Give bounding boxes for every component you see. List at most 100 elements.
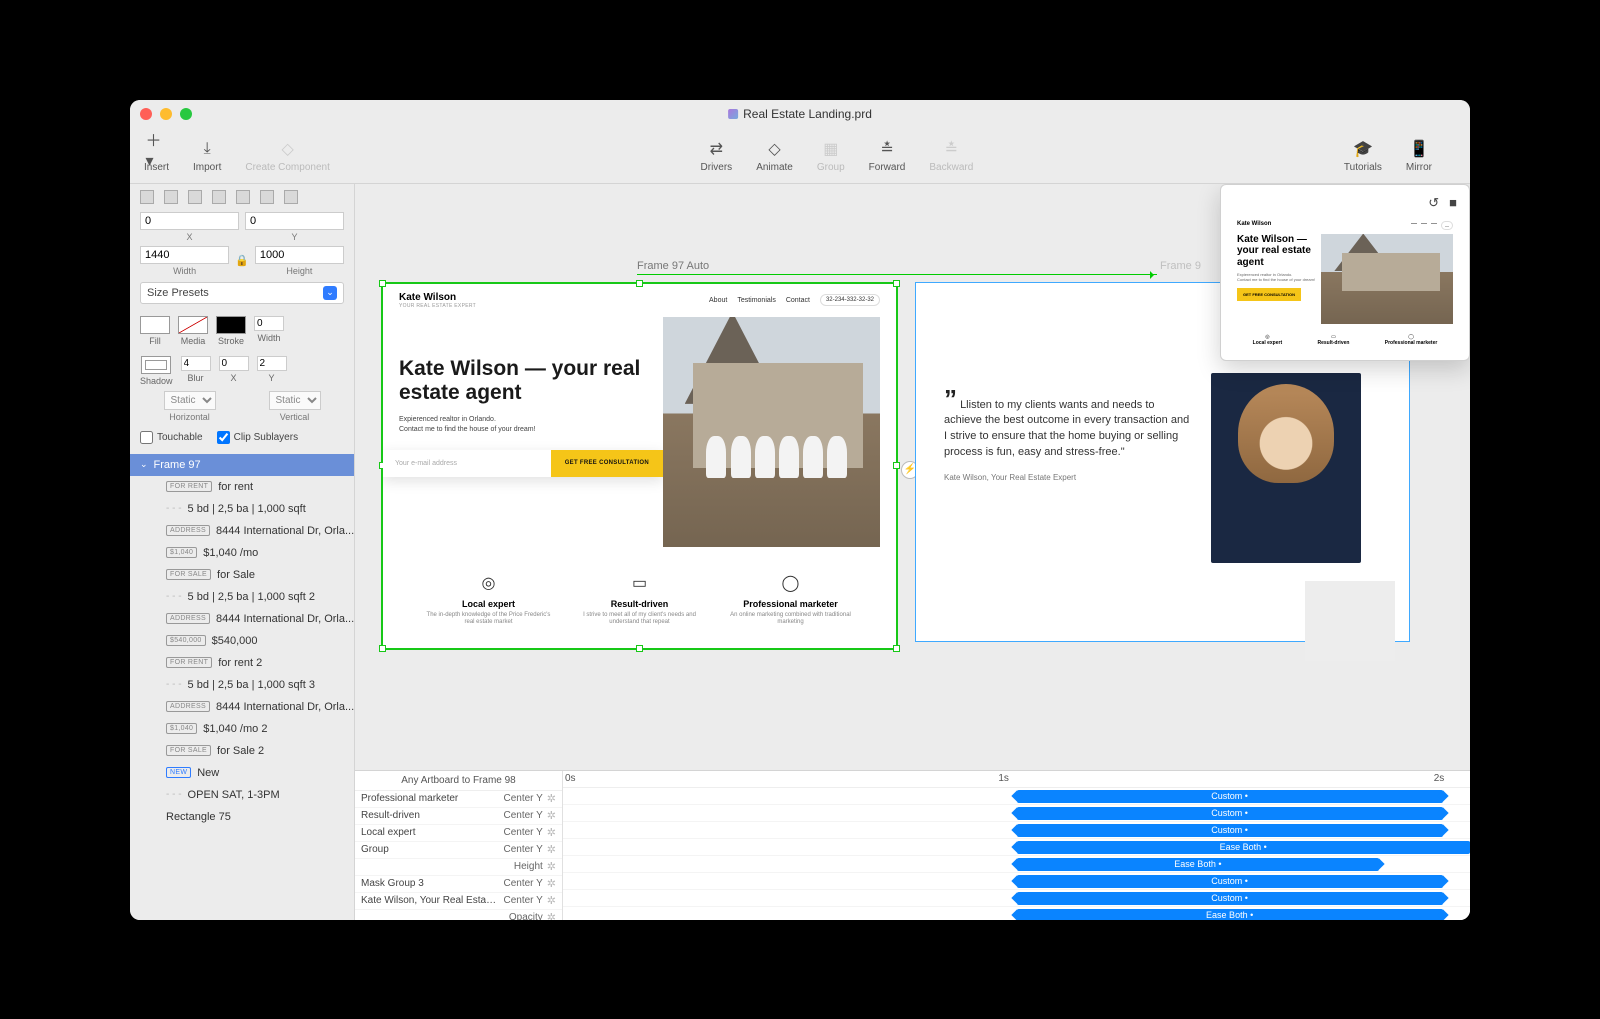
toolbar: ＋▾Insert ⤓Import ◇Create Component ⇄Driv…: [130, 128, 1470, 184]
timeline-tracks[interactable]: 0s 1s 2s Custom • Custom • Custom • Ease Bo…: [563, 771, 1470, 920]
fill-swatch[interactable]: [140, 316, 170, 334]
layer-item[interactable]: FOR RENTfor rent: [130, 476, 354, 498]
window-controls: [140, 108, 192, 120]
feature-item: ◯Professional marketerAn online marketin…: [726, 573, 856, 628]
media-swatch[interactable]: [178, 316, 208, 334]
layer-item[interactable]: ADDRESS8444 International Dr, Orla...: [130, 608, 354, 630]
y-input[interactable]: [245, 212, 344, 230]
close-icon[interactable]: [140, 108, 152, 120]
phone-pill: 32-234-332-32-32: [820, 294, 880, 306]
mirror-button[interactable]: 📱Mirror: [1406, 138, 1432, 173]
easing-bar[interactable]: Ease Both •: [1017, 858, 1380, 871]
easing-bar[interactable]: Custom •: [1017, 824, 1443, 837]
artboard-frame-97[interactable]: Kate Wilson YOUR REAL ESTATE EXPERT Abou…: [381, 282, 898, 650]
group-button: ▦Group: [817, 138, 845, 173]
tutorials-button[interactable]: 🎓Tutorials: [1344, 138, 1382, 173]
quote-author: Kate Wilson, Your Real Estate Expert: [944, 473, 1191, 483]
timeline-track[interactable]: Ease Both •: [563, 839, 1470, 856]
width-input[interactable]: [140, 246, 229, 264]
window-title-text: Real Estate Landing.prd: [743, 107, 872, 121]
preview-panel[interactable]: ↺ ■ Kate Wilson ———— Kate Wilson — your …: [1220, 184, 1470, 361]
vertical-select[interactable]: Static: [269, 391, 321, 410]
layer-item[interactable]: $1,040$1,040 /mo: [130, 542, 354, 564]
layer-item[interactable]: FOR SALEfor Sale 2: [130, 740, 354, 762]
blur-input[interactable]: [181, 356, 211, 371]
timeline-row[interactable]: Opacity✲: [355, 910, 562, 920]
insert-button[interactable]: ＋▾Insert: [144, 138, 169, 173]
timeline-ruler: 0s 1s 2s: [563, 771, 1470, 788]
stroke-width-input[interactable]: [254, 316, 284, 331]
layer-item[interactable]: ADDRESS8444 International Dr, Orla...: [130, 696, 354, 718]
animate-button[interactable]: ◇Animate: [756, 138, 793, 173]
timeline-header: Any Artboard to Frame 98: [355, 771, 562, 791]
size-presets-select[interactable]: Size Presets ⌄: [140, 282, 344, 304]
stroke-swatch[interactable]: [216, 316, 246, 334]
easing-bar[interactable]: Custom •: [1017, 807, 1443, 820]
timeline-row[interactable]: Height✲: [355, 859, 562, 876]
frame-label[interactable]: Frame 97 Auto: [637, 260, 709, 272]
forward-button[interactable]: ≛Forward: [869, 138, 906, 173]
shadow-swatch[interactable]: [141, 356, 171, 374]
timeline-track[interactable]: Custom •: [563, 873, 1470, 890]
layer-item[interactable]: Rectangle 75: [130, 806, 354, 828]
minimize-icon[interactable]: [160, 108, 172, 120]
nav-link: Testimonials: [737, 297, 776, 304]
layer-item[interactable]: FOR RENTfor rent 2: [130, 652, 354, 674]
record-icon[interactable]: ■: [1449, 195, 1457, 211]
drivers-button[interactable]: ⇄Drivers: [701, 138, 733, 173]
create-component-button: ◇Create Component: [245, 138, 330, 173]
shadow-y-input[interactable]: [257, 356, 287, 371]
layer-item[interactable]: - - -OPEN SAT, 1-3PM: [130, 784, 354, 806]
app-window: Real Estate Landing.prd ＋▾Insert ⤓Import…: [130, 100, 1470, 920]
timeline-row[interactable]: Professional marketerCenter Y✲: [355, 791, 562, 808]
timeline-row[interactable]: Kate Wilson, Your Real Estate ExpertCent…: [355, 893, 562, 910]
horizontal-select[interactable]: Static: [164, 391, 216, 410]
easing-bar[interactable]: Custom •: [1017, 892, 1443, 905]
layer-item[interactable]: $540,000$540,000: [130, 630, 354, 652]
import-button[interactable]: ⤓Import: [193, 138, 221, 173]
timeline-row[interactable]: Result-drivenCenter Y✲: [355, 808, 562, 825]
timeline-track[interactable]: Custom •: [563, 805, 1470, 822]
layer-item[interactable]: ⌄ Frame 97: [130, 454, 354, 476]
undo-icon[interactable]: ↺: [1428, 195, 1439, 211]
shadow-x-input[interactable]: [219, 356, 249, 371]
layer-item[interactable]: - - -5 bd | 2,5 ba | 1,000 sqft: [130, 498, 354, 520]
easing-bar[interactable]: Ease Both •: [1017, 909, 1443, 920]
clip-sublayers-checkbox[interactable]: Clip Sublayers: [217, 431, 298, 444]
layer-item[interactable]: - - -5 bd | 2,5 ba | 1,000 sqft 3: [130, 674, 354, 696]
body: X Y Width 🔒 Height Size Presets ⌄ Fill M…: [130, 184, 1470, 920]
layers-panel: ⌄ Frame 97FOR RENTfor rent- - -5 bd | 2,…: [130, 454, 354, 920]
window-title: Real Estate Landing.prd: [728, 107, 872, 121]
timeline-track[interactable]: Custom •: [563, 822, 1470, 839]
lock-aspect-icon[interactable]: 🔒: [235, 246, 249, 276]
align-controls[interactable]: [130, 184, 354, 210]
canvas-area: Frame 97 Auto Frame 9 Kate Wilson YOUR R…: [355, 184, 1470, 920]
timeline-track[interactable]: Ease Both •: [563, 856, 1470, 873]
timeline-row[interactable]: Mask Group 3Center Y✲: [355, 876, 562, 893]
cta-button-mock: GET FREE CONSULTATION: [551, 450, 663, 477]
easing-bar[interactable]: Custom •: [1017, 790, 1443, 803]
timeline-row[interactable]: Local expertCenter Y✲: [355, 825, 562, 842]
frame-label-2[interactable]: Frame 9: [1160, 260, 1201, 272]
x-input[interactable]: [140, 212, 239, 230]
easing-bar[interactable]: Custom •: [1017, 875, 1443, 888]
timeline-track[interactable]: Custom •: [563, 890, 1470, 907]
canvas[interactable]: Frame 97 Auto Frame 9 Kate Wilson YOUR R…: [355, 184, 1470, 770]
timeline-track[interactable]: Ease Both •: [563, 907, 1470, 920]
layer-item[interactable]: ADDRESS8444 International Dr, Orla...: [130, 520, 354, 542]
email-input-mock: Your e-mail address: [383, 450, 551, 477]
layer-item[interactable]: - - -5 bd | 2,5 ba | 1,000 sqft 2: [130, 586, 354, 608]
auto-animate-arrow-icon: [637, 274, 1157, 275]
layer-item[interactable]: FOR SALEfor Sale: [130, 564, 354, 586]
hero-title: Kate Wilson — your real estate agent: [399, 357, 663, 405]
backward-button: ≛Backward: [929, 138, 973, 173]
layer-item[interactable]: $1,040$1,040 /mo 2: [130, 718, 354, 740]
height-input[interactable]: [255, 246, 344, 264]
timeline-track[interactable]: Custom •: [563, 788, 1470, 805]
logo-text: Kate Wilson: [399, 292, 476, 303]
touchable-checkbox[interactable]: Touchable: [140, 431, 203, 444]
zoom-icon[interactable]: [180, 108, 192, 120]
timeline-row[interactable]: GroupCenter Y✲: [355, 842, 562, 859]
easing-bar[interactable]: Ease Both •: [1017, 841, 1471, 854]
layer-item[interactable]: NEWNew: [130, 762, 354, 784]
